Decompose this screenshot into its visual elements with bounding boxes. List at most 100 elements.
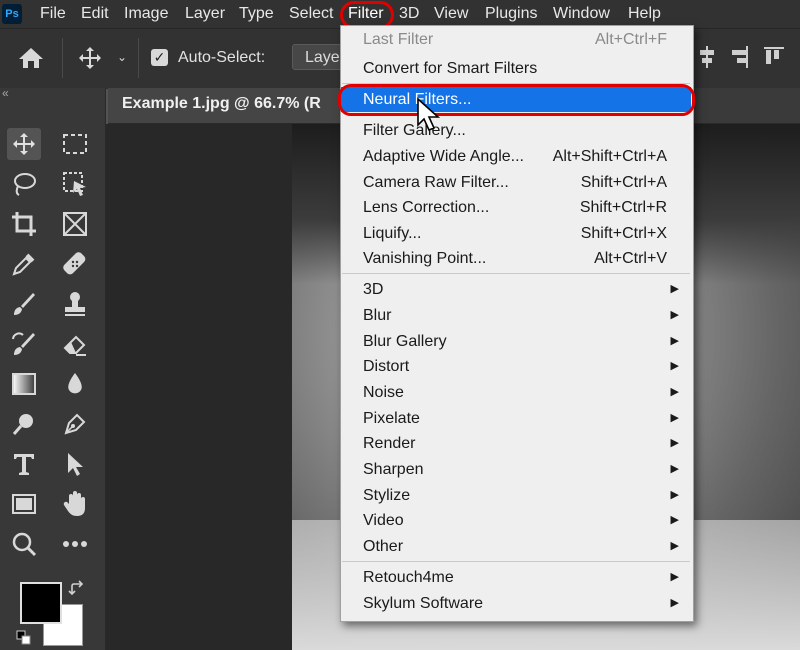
submenu-arrow-icon: ▶ (670, 489, 679, 501)
menu-item-skylum-software[interactable]: Skylum Software ▶ (341, 591, 691, 616)
menu-separator (342, 273, 690, 274)
menu-item-video[interactable]: Video ▶ (341, 508, 691, 533)
menu-item-label: Lens Correction... (363, 199, 490, 216)
menu-item-label: Blur Gallery (363, 333, 447, 350)
menu-item-3d[interactable]: 3D ▶ (341, 277, 691, 302)
align-top-icon[interactable] (762, 44, 784, 70)
menu-item-last-filter[interactable]: Last Filter Alt+Ctrl+F (341, 27, 691, 52)
gradient-tool-icon[interactable] (7, 368, 41, 400)
path-select-tool-icon[interactable] (58, 448, 92, 480)
marquee-tool-icon[interactable] (58, 128, 92, 160)
frame-tool-icon[interactable] (58, 208, 92, 240)
menu-item-stylize[interactable]: Stylize ▶ (341, 483, 691, 508)
menu-item-convert-smart-filters[interactable]: Convert for Smart Filters (341, 56, 691, 81)
type-tool-icon[interactable] (7, 448, 41, 480)
collapse-panel-icon[interactable]: « (2, 86, 9, 100)
align-center-icon[interactable] (696, 44, 718, 70)
menu-item-label: 3D (363, 281, 384, 298)
menu-bar: Ps File Edit Image Layer Type Select Fil… (0, 0, 800, 28)
align-right-icon[interactable] (728, 44, 750, 70)
menu-item-shortcut: Shift+Ctrl+R (579, 199, 667, 216)
menu-item-pixelate[interactable]: Pixelate ▶ (341, 406, 691, 431)
menu-item-label: Video (363, 512, 404, 529)
auto-select-checkbox[interactable]: ✓ (151, 49, 168, 66)
submenu-arrow-icon: ▶ (670, 335, 679, 347)
menu-item-render[interactable]: Render ▶ (341, 431, 691, 456)
menu-separator (342, 561, 690, 562)
menu-type[interactable]: Type (239, 4, 274, 24)
menu-item-label: Distort (363, 358, 410, 375)
healing-brush-tool-icon[interactable] (58, 248, 92, 280)
rectangle-tool-icon[interactable] (7, 488, 41, 520)
menu-item-lens-correction[interactable]: Lens Correction... Shift+Ctrl+R (341, 195, 691, 220)
chevron-down-icon[interactable]: ⌄ (117, 50, 127, 64)
dodge-tool-icon[interactable] (7, 408, 41, 440)
menu-item-shortcut: Shift+Ctrl+A (580, 174, 667, 191)
menu-item-shortcut: Alt+Ctrl+F (594, 31, 667, 48)
menu-item-label: Blur (363, 307, 392, 324)
menu-item-label: Vanishing Point... (363, 250, 487, 267)
lasso-tool-icon[interactable] (7, 168, 41, 200)
menu-item-label: Convert for Smart Filters (363, 60, 538, 77)
menu-item-label: Pixelate (363, 410, 420, 427)
menu-item-label: Retouch4me (363, 569, 454, 586)
menu-item-filter-gallery[interactable]: Filter Gallery... (341, 118, 691, 143)
menu-item-blur[interactable]: Blur ▶ (341, 303, 691, 328)
menu-item-label: Render (363, 435, 416, 452)
menu-item-other[interactable]: Other ▶ (341, 534, 691, 559)
blur-tool-icon[interactable] (58, 368, 92, 400)
menu-select[interactable]: Select (289, 4, 333, 24)
document-tab-label: Example 1.jpg @ 66.7% (R (122, 95, 321, 112)
menu-item-liquify[interactable]: Liquify... Shift+Ctrl+X (341, 221, 691, 246)
stamp-tool-icon[interactable] (58, 288, 92, 320)
menu-edit[interactable]: Edit (81, 4, 109, 24)
crop-tool-icon[interactable] (7, 208, 41, 240)
menu-layer[interactable]: Layer (185, 4, 225, 24)
auto-select-label: Auto-Select: (178, 49, 266, 66)
submenu-arrow-icon: ▶ (670, 571, 679, 583)
menu-3d[interactable]: 3D (399, 4, 419, 24)
menu-item-camera-raw-filter[interactable]: Camera Raw Filter... Shift+Ctrl+A (341, 170, 691, 195)
brush-tool-icon[interactable] (7, 288, 41, 320)
foreground-color-swatch[interactable] (20, 582, 62, 624)
object-select-tool-icon[interactable] (58, 168, 92, 200)
submenu-arrow-icon: ▶ (670, 360, 679, 372)
photoshop-logo: Ps (2, 4, 22, 24)
menu-window[interactable]: Window (553, 4, 610, 24)
pen-tool-icon[interactable] (58, 408, 92, 440)
menu-item-sharpen[interactable]: Sharpen ▶ (341, 457, 691, 482)
menu-plugins[interactable]: Plugins (485, 4, 537, 24)
submenu-arrow-icon: ▶ (670, 514, 679, 526)
menu-item-vanishing-point[interactable]: Vanishing Point... Alt+Ctrl+V (341, 246, 691, 271)
menu-item-label: Skylum Software (363, 595, 484, 612)
menu-item-noise[interactable]: Noise ▶ (341, 380, 691, 405)
more-tools-icon[interactable] (58, 528, 92, 560)
move-tool-icon[interactable] (7, 128, 41, 160)
hand-tool-icon[interactable] (58, 488, 92, 520)
menu-item-label: Sharpen (363, 461, 424, 478)
menu-item-shortcut: Alt+Shift+Ctrl+A (552, 148, 667, 165)
home-icon[interactable] (17, 46, 45, 70)
menu-item-label: Adaptive Wide Angle... (363, 148, 524, 165)
menu-item-adaptive-wide-angle[interactable]: Adaptive Wide Angle... Alt+Shift+Ctrl+A (341, 144, 691, 169)
default-colors-icon[interactable] (16, 630, 34, 646)
menu-image[interactable]: Image (124, 4, 168, 24)
move-icon[interactable] (78, 46, 102, 70)
menu-item-distort[interactable]: Distort ▶ (341, 354, 691, 379)
menu-item-retouch4me[interactable]: Retouch4me ▶ (341, 565, 691, 590)
submenu-arrow-icon: ▶ (670, 309, 679, 321)
menu-item-label: Camera Raw Filter... (363, 174, 509, 191)
submenu-arrow-icon: ▶ (670, 597, 679, 609)
neural-filters-highlight-oval (338, 84, 695, 116)
eyedropper-tool-icon[interactable] (7, 248, 41, 280)
menu-item-blur-gallery[interactable]: Blur Gallery ▶ (341, 329, 691, 354)
menu-view[interactable]: View (434, 4, 468, 24)
eraser-tool-icon[interactable] (58, 328, 92, 360)
history-brush-tool-icon[interactable] (7, 328, 41, 360)
menu-file[interactable]: File (40, 4, 66, 24)
swap-colors-icon[interactable] (68, 580, 86, 598)
menu-help[interactable]: Help (628, 4, 661, 24)
menu-item-shortcut: Alt+Ctrl+V (594, 250, 667, 267)
menu-item-label: Noise (363, 384, 404, 401)
zoom-tool-icon[interactable] (7, 528, 41, 560)
